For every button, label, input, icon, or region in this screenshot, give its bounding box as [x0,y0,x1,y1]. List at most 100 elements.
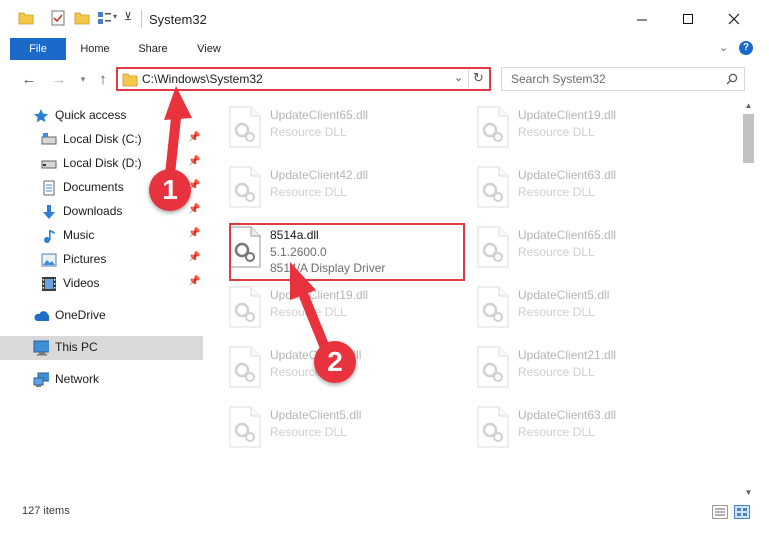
sidebar-item-local-disk-c[interactable]: Local Disk (C:) 📌 [0,128,203,152]
properties-icon[interactable] [50,10,66,26]
computer-icon [33,340,49,356]
tab-file[interactable]: File [10,38,66,60]
file-name: UpdateClient63.dll [518,168,617,182]
chevron-down-icon[interactable]: ▾ [113,12,117,21]
status-bar: 127 items [0,500,769,524]
close-icon [728,13,740,25]
file-name: UpdateClient65.dll [518,228,617,242]
network-icon [33,372,49,387]
pin-icon[interactable]: 📌 [188,252,200,263]
file-item[interactable]: UpdateClient5.dll Resource DLL [208,400,448,456]
sidebar-item-music[interactable]: Music 📌 [0,224,203,248]
tab-share[interactable]: Share [130,38,176,60]
drive-icon [41,133,57,145]
file-item[interactable]: UpdateClient42.dll Resource DLL [208,160,448,216]
file-name: UpdateClient21.dll [518,348,617,362]
sidebar-item-videos[interactable]: Videos 📌 [0,272,203,296]
forward-arrow-icon[interactable]: → [50,70,68,88]
dll-file-icon [477,106,509,148]
up-arrow-icon[interactable]: ↑ [94,70,112,88]
new-folder-icon[interactable] [74,10,90,26]
expand-ribbon-icon[interactable]: ⌄ [719,41,728,54]
address-dropdown-icon[interactable]: ⌄ [454,71,463,84]
nav-label: Downloads [63,204,123,218]
file-type: Resource DLL [518,125,595,139]
nav-label: Local Disk (D:) [63,156,142,170]
dll-file-icon [477,226,509,268]
nav-label: This PC [55,340,98,354]
title-bar: ▾ ⊻ System32 [0,0,769,38]
pin-icon[interactable]: 📌 [188,276,200,287]
vertical-scrollbar[interactable]: ▲ ▼ [740,98,757,500]
file-type: Resource DLL [518,365,595,379]
search-input[interactable] [502,68,712,90]
file-type: Resource DLL [518,305,595,319]
pin-icon[interactable]: 📌 [188,204,200,215]
documents-icon [43,180,55,196]
customize-toolbar-icon[interactable]: ⊻ [124,10,132,23]
file-item[interactable]: UpdateClient19.dll Resource DLL [208,280,448,336]
file-item[interactable]: UpdateClient5.dll Resource DLL [456,280,696,336]
refresh-icon[interactable]: ↻ [473,70,484,86]
dll-file-icon [477,166,509,208]
tab-home[interactable]: Home [72,38,118,60]
nav-onedrive[interactable]: OneDrive [0,304,203,328]
dll-file-icon [229,406,261,448]
file-name: UpdateClient42.dll [270,168,369,182]
nav-label: Videos [63,276,100,290]
help-icon[interactable]: ? [739,41,753,55]
divider [468,70,469,88]
folder-icon [122,73,138,87]
pin-icon[interactable]: 📌 [188,156,200,167]
file-name: UpdateClient19.dll [518,108,617,122]
address-bar[interactable]: C:\Windows\System32 ⌄ ↻ [116,67,491,91]
recent-locations-icon[interactable]: ▾ [74,70,92,88]
file-name: UpdateClient63.dll [518,408,617,422]
file-item[interactable]: UpdateClient63.dll Resource DLL [456,400,696,456]
file-item[interactable]: UpdateClient19.dll Resource DLL [456,100,696,156]
nav-quick-access[interactable]: Quick access [0,104,203,128]
file-item[interactable]: UpdateClient63.dll Resource DLL [456,160,696,216]
file-type: Resource DLL [270,425,347,439]
address-row: ← → ▾ ↑ C:\Windows\System32 ⌄ ↻ [0,60,769,98]
tiles-view-icon[interactable] [734,505,750,519]
details-view-icon[interactable] [712,505,728,519]
divider [141,10,142,28]
dll-file-icon [229,106,261,148]
nav-label: Documents [63,180,124,194]
minimize-button[interactable] [619,0,665,38]
view-options-icon[interactable] [96,10,112,26]
file-item[interactable]: UpdateClient65.dll Resource DLL [456,220,696,276]
navigation-pane: Quick access Local Disk (C:) 📌 Local Dis… [0,98,205,498]
nav-this-pc[interactable]: This PC [0,336,203,360]
nav-label: OneDrive [55,308,106,322]
nav-label: Quick access [55,108,127,122]
pin-icon[interactable]: 📌 [188,132,200,143]
back-arrow-icon[interactable]: ← [20,70,38,88]
videos-icon [42,277,56,291]
tab-view[interactable]: View [186,38,232,60]
folder-icon[interactable] [18,10,34,26]
address-path[interactable]: C:\Windows\System32 [142,72,263,86]
close-button[interactable] [711,0,757,38]
file-name: UpdateClient19.dll [270,288,369,302]
file-type: Resource DLL [270,305,347,319]
nav-label: Pictures [63,252,107,266]
minimize-icon [637,19,647,21]
pin-icon[interactable]: 📌 [188,228,200,239]
search-icon[interactable] [726,73,738,85]
ribbon-tabs: File Home Share View ⌄ ? [0,38,769,60]
scroll-thumb[interactable] [743,114,754,163]
scroll-down-icon[interactable]: ▼ [743,487,754,498]
file-item[interactable]: UpdateClient21.dll Resource DLL [456,340,696,396]
sidebar-item-pictures[interactable]: Pictures 📌 [0,248,203,272]
search-box[interactable] [501,67,745,91]
file-type: Resource DLL [518,245,595,259]
scroll-up-icon[interactable]: ▲ [743,100,754,111]
file-item[interactable]: UpdateClient65.dll Resource DLL [208,100,448,156]
file-list: UpdateClient65.dll Resource DLL UpdateCl… [208,98,740,498]
maximize-button[interactable] [665,0,711,38]
nav-network[interactable]: Network [0,368,203,392]
cloud-icon [34,311,49,321]
file-type: Resource DLL [270,125,347,139]
